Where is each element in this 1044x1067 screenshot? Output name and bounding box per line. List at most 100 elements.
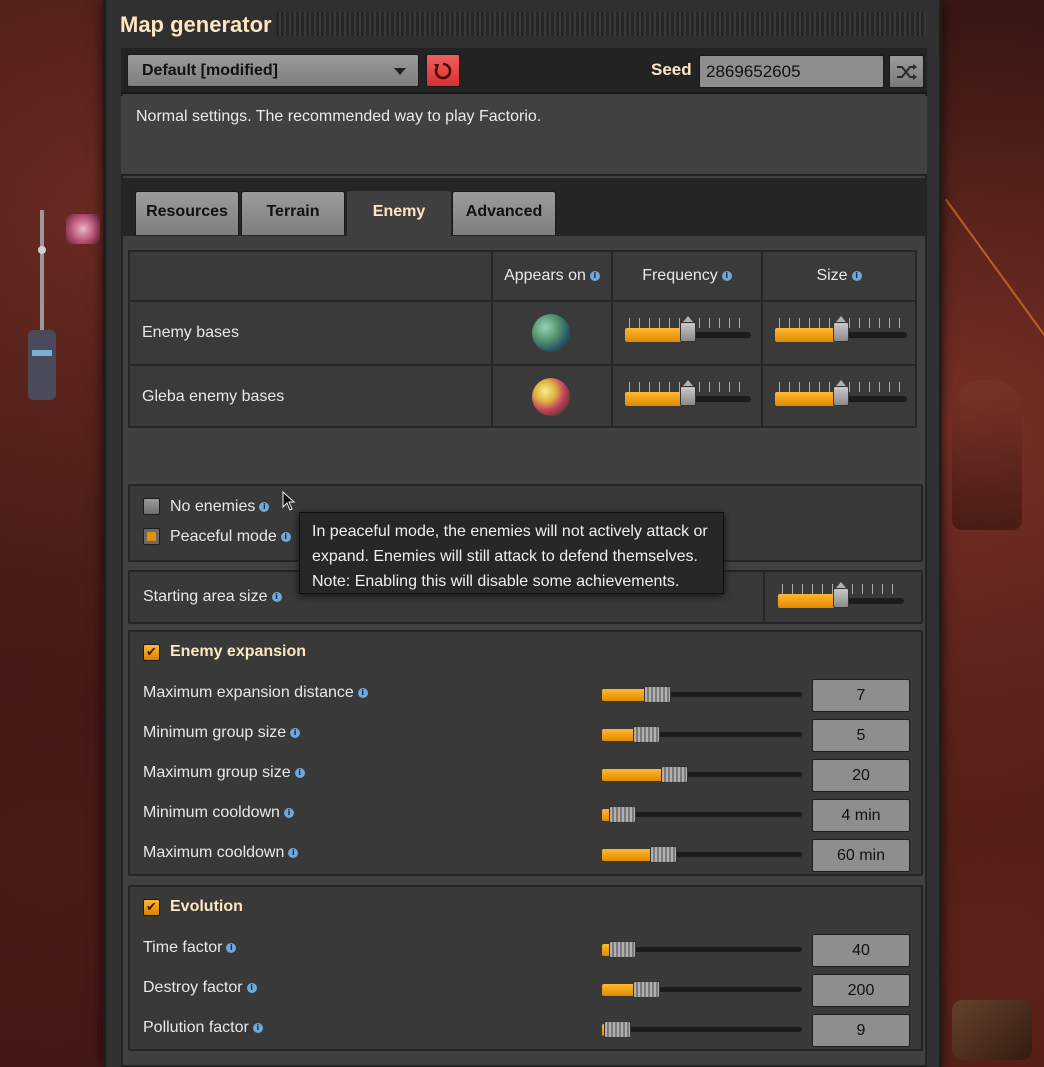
info-icon[interactable]: i [271,591,282,602]
info-icon[interactable]: i [851,270,862,281]
info-icon[interactable]: i [357,687,368,698]
setting-value-input[interactable]: 40 [812,934,910,967]
enemy-expansion-checkbox[interactable]: ✔ [143,644,160,661]
starting-area-slider[interactable] [778,582,904,614]
info-icon[interactable]: i [259,501,270,512]
enemy-bases-frequency-slider[interactable] [625,316,751,348]
slider-thumb[interactable] [833,316,849,342]
background-machine [952,1000,1032,1060]
info-icon[interactable]: i [721,270,732,281]
info-icon[interactable]: i [589,270,600,281]
slider-thumb[interactable] [633,981,660,998]
slider-fill [602,729,637,741]
info-icon[interactable]: i [294,767,305,778]
tab-advanced[interactable]: Advanced [452,191,556,235]
setting-value-input[interactable]: 200 [812,974,910,1007]
info-icon[interactable]: i [246,982,257,993]
setting-value-input[interactable]: 7 [812,679,910,712]
slider-thumb[interactable] [680,380,696,406]
tooltip-line: Note: Enabling this will disable some ac… [312,573,680,590]
setting-value-input[interactable]: 5 [812,719,910,752]
gleba-planet-icon [532,378,570,416]
gleba-bases-size-slider[interactable] [775,380,907,412]
size-cell [761,300,917,366]
setting-slider[interactable] [602,803,802,827]
header-appears-on: Appears on i [491,250,613,302]
preset-dropdown[interactable]: Default [modified] [127,54,419,87]
setting-value-input[interactable]: 60 min [812,839,910,872]
slider-thumb[interactable] [609,806,636,823]
slider-thumb[interactable] [609,941,636,958]
tab-terrain[interactable]: Terrain [241,191,345,235]
slider-track [602,1027,802,1032]
setting-slider[interactable] [602,683,802,707]
slider-fill [625,328,688,342]
info-icon[interactable]: i [252,1022,263,1033]
slider-thumb[interactable] [833,582,849,608]
evolution-checkbox[interactable]: ✔ [143,899,160,916]
setting-slider[interactable] [602,978,802,1002]
slider-thumb[interactable] [680,316,696,342]
slider-fill [602,849,654,861]
enemy-bases-size-slider[interactable] [775,316,907,348]
label-text: Minimum cooldown [143,804,280,821]
reset-button[interactable] [426,54,460,87]
setting-label: Maximum cooldown i [143,844,299,862]
info-icon[interactable]: i [283,807,294,818]
label-text: Maximum cooldown [143,844,285,861]
header-label: Frequency [642,267,718,284]
setting-value-input[interactable]: 9 [812,1014,910,1047]
no-enemies-label: No enemies i [170,498,270,516]
info-icon[interactable]: i [288,847,299,858]
seed-input[interactable]: 2869652605 [699,55,884,88]
setting-label: Minimum cooldown i [143,804,294,822]
slider-fill [602,769,665,781]
label-text: Starting area size [143,588,268,605]
planet-cell [491,364,613,428]
seed-label: Seed [651,60,692,79]
tab-enemy[interactable]: Enemy [347,191,451,237]
starting-area-label: Starting area size i [143,588,282,606]
label-text: Minimum group size [143,724,287,741]
enemy-expansion-panel: ✔ Enemy expansion Maximum expansion dist… [128,630,923,876]
preset-description: Normal settings. The recommended way to … [121,96,927,176]
mouse-cursor-icon [282,491,296,511]
info-icon[interactable]: i [226,942,237,953]
info-icon[interactable]: i [290,727,301,738]
info-icon[interactable]: i [280,531,291,542]
no-enemies-checkbox[interactable] [143,498,160,515]
slider-fill [775,328,841,342]
peaceful-mode-tooltip: In peaceful mode, the enemies will not a… [299,512,724,594]
gleba-bases-frequency-slider[interactable] [625,380,751,412]
evolution-title: Evolution [170,898,243,915]
size-cell [761,364,917,428]
title-bar[interactable]: Map generator [106,0,939,48]
slider-thumb[interactable] [644,686,671,703]
frequency-cell [611,364,763,428]
slider-fill [625,392,688,406]
setting-slider[interactable] [602,723,802,747]
slider-thumb[interactable] [833,380,849,406]
setting-slider[interactable] [602,763,802,787]
enemy-bases-table: Appears on i Frequency i Size i Enemy bases [128,250,919,428]
setting-value-input[interactable]: 20 [812,759,910,792]
tab-resources[interactable]: Resources [135,191,239,235]
planet-cell [491,300,613,366]
label-text: Maximum group size [143,764,291,781]
background-beacon [66,214,100,244]
setting-slider[interactable] [602,843,802,867]
preset-seed-row: Default [modified] Seed 2869652605 [121,48,927,94]
setting-slider[interactable] [602,1018,802,1042]
slider-thumb[interactable] [650,846,677,863]
drag-handle[interactable] [276,12,926,36]
label-text: Peaceful mode [170,528,277,545]
peaceful-mode-checkbox[interactable] [143,528,160,545]
slider-thumb[interactable] [604,1021,631,1038]
slider-thumb[interactable] [633,726,660,743]
shuffle-button[interactable] [889,55,924,88]
setting-slider[interactable] [602,938,802,962]
setting-value-input[interactable]: 4 min [812,799,910,832]
slider-fill [778,594,841,608]
label-text: Maximum expansion distance [143,684,354,701]
slider-thumb[interactable] [661,766,688,783]
